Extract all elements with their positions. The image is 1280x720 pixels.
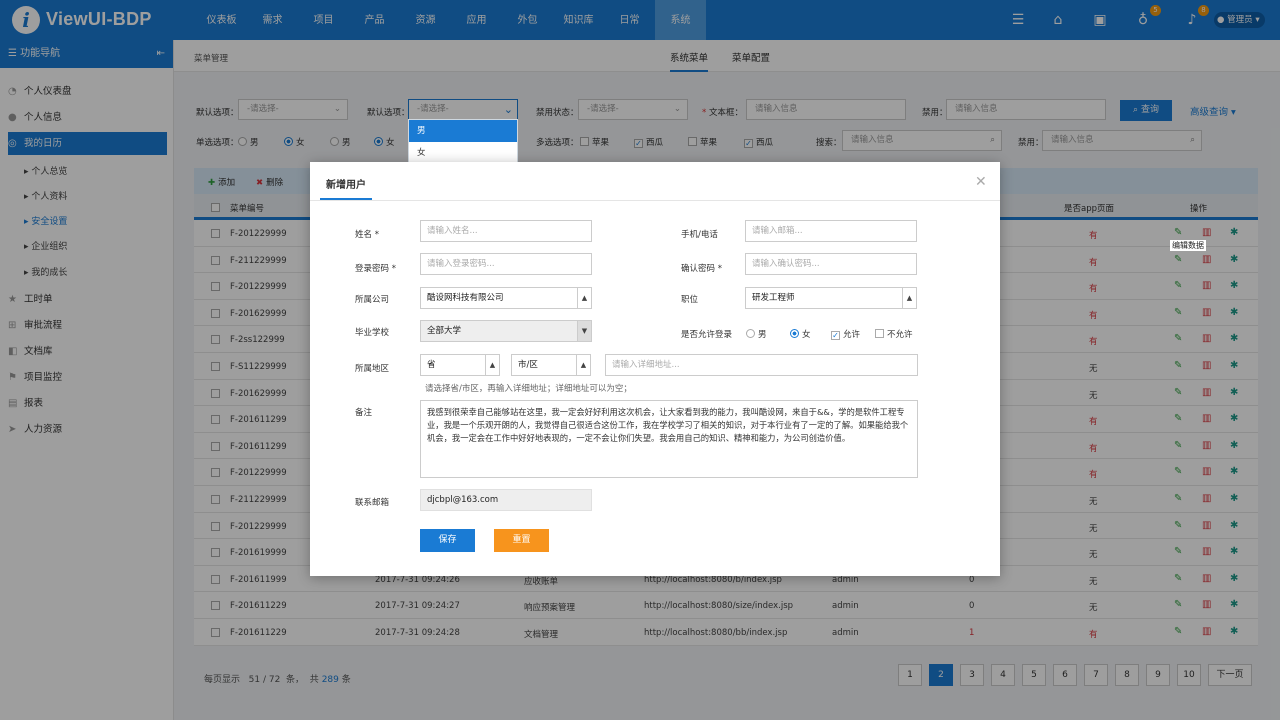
close-icon[interactable]: ✕ [975,174,987,190]
checkbox-icon [875,329,884,338]
confirm-label-text: 确认密码 [681,264,716,274]
company-value: 酷设网科技有限公司 [427,293,504,303]
name-label: 姓名 * [355,228,379,240]
city-select[interactable]: 市/区 ▲ [511,354,591,376]
email-input[interactable]: djcbpl@163.com [420,489,592,511]
school-value: 全部大学 [427,326,462,336]
position-label: 职位 [681,295,699,305]
company-label: 所属公司 [355,295,390,305]
note-textarea[interactable]: 我感到很荣幸自己能够站在这里，我一定会好好利用这次机会，让大家看到我的能力，我叫… [420,400,918,478]
province-value: 省 [427,360,436,370]
company-select[interactable]: 酷设网科技有限公司 ▲ [420,287,592,309]
add-user-dialog: 新增用户 ✕ 姓名 * 请输入姓名... 手机/电话 请输入邮箱... 登录密码… [310,162,1000,576]
position-select[interactable]: 研发工程师 ▲ [745,287,917,309]
note-label: 备注 [355,408,373,418]
school-select[interactable]: 全部大学 ▼ [420,320,592,342]
dialog-title: 新增用户 [320,172,372,200]
caret-up-icon: ▲ [902,288,916,308]
dropdown-option-female[interactable]: 女 [409,142,517,164]
checkbox-label: 不允许 [887,330,913,340]
phone-input[interactable]: 请输入邮箱... [745,220,917,242]
region-hint: 请选择省/市区，再输入详细地址；详细地址可以为空； [425,384,632,394]
caret-up-icon: ▲ [576,355,590,375]
phone-label: 手机/电话 [681,230,718,240]
radio-icon [790,329,799,338]
caret-up-icon: ▲ [485,355,499,375]
radio-label: 男 [758,330,767,340]
password-input[interactable]: 请输入登录密码... [420,253,592,275]
allow-checkbox[interactable]: ✓ 允许 [831,328,860,340]
required-mark: * [717,264,722,274]
city-value: 市/区 [518,360,538,370]
confirm-password-input[interactable]: 请输入确认密码... [745,253,917,275]
required-mark: * [391,264,396,274]
select-dropdown: 男 女 [408,119,518,163]
reset-button[interactable]: 重置 [494,529,549,552]
region-label: 所属地区 [355,364,390,374]
confirm-password-label: 确认密码 * [681,262,722,274]
required-mark: * [374,230,379,240]
check-icon: ✓ [831,331,840,340]
address-input[interactable]: 请输入详细地址... [605,354,918,376]
edit-tooltip: 编辑数据 [1170,240,1206,251]
login-radio-male[interactable]: 男 [746,328,767,340]
save-button[interactable]: 保存 [420,529,475,552]
caret-down-icon: ▼ [577,321,591,341]
divider [310,200,1000,201]
name-input[interactable]: 请输入姓名... [420,220,592,242]
school-label: 毕业学校 [355,328,390,338]
position-value: 研发工程师 [752,293,795,303]
province-select[interactable]: 省 ▲ [420,354,500,376]
checkbox-label: 允许 [843,330,861,340]
caret-up-icon: ▲ [577,288,591,308]
radio-label: 女 [802,330,811,340]
radio-icon [746,329,755,338]
login-radio-female[interactable]: 女 [790,328,811,340]
password-label: 登录密码 * [355,262,396,274]
email-label: 联系邮箱 [355,498,390,508]
deny-checkbox[interactable]: 不允许 [875,328,913,340]
name-label-text: 姓名 [355,230,373,240]
allow-login-label: 是否允许登录 [681,330,733,340]
password-label-text: 登录密码 [355,264,390,274]
dropdown-option-male[interactable]: 男 [409,120,517,142]
